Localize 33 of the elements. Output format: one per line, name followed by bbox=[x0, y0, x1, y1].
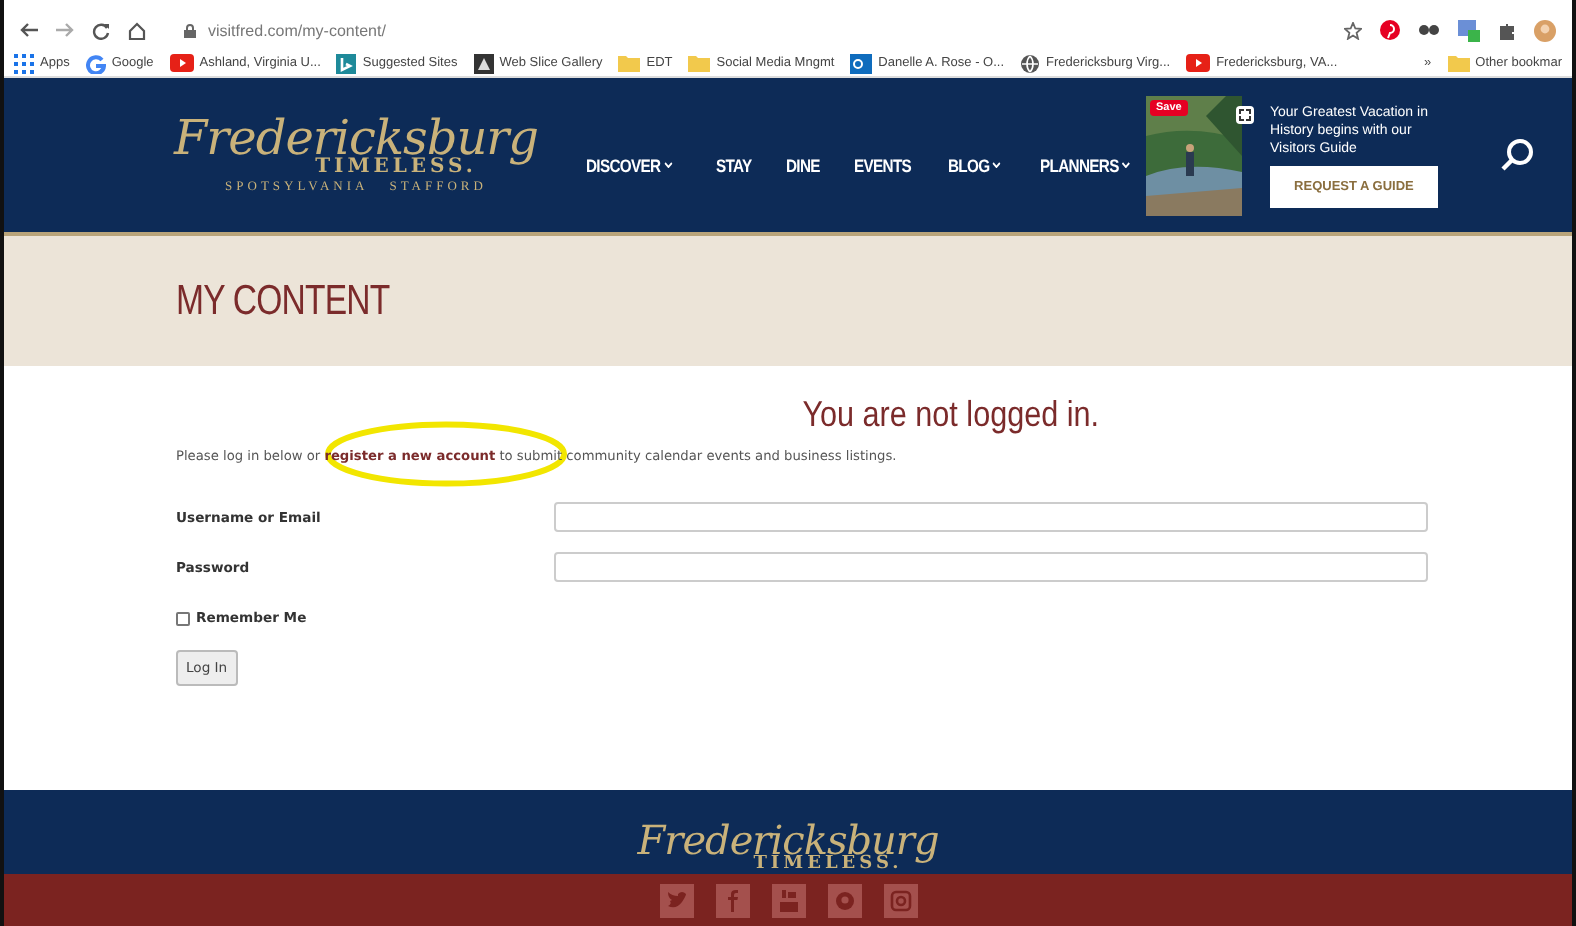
forward-arrow-icon[interactable] bbox=[56, 22, 74, 38]
nav-link[interactable]: BLOG bbox=[948, 155, 1002, 175]
search-icon[interactable] bbox=[1499, 138, 1534, 172]
nav-link[interactable]: STAY bbox=[715, 155, 752, 175]
home-icon[interactable] bbox=[128, 21, 146, 39]
remember-checkbox[interactable] bbox=[176, 611, 190, 625]
puzzle-icon[interactable] bbox=[1498, 21, 1516, 39]
page-title: MY CONTENT bbox=[176, 277, 390, 325]
extension-icon[interactable] bbox=[1458, 19, 1480, 41]
star-icon[interactable] bbox=[1344, 21, 1362, 39]
back-arrow-icon[interactable] bbox=[20, 22, 38, 38]
folder-icon bbox=[1447, 54, 1470, 72]
nav-link[interactable]: PLANNERS bbox=[1039, 155, 1130, 175]
address-field[interactable]: visitfred.com/my-content/ bbox=[208, 21, 386, 39]
google-icon bbox=[85, 53, 106, 73]
play-icon bbox=[169, 54, 194, 72]
avatar-icon[interactable] bbox=[1534, 19, 1556, 41]
folder-icon bbox=[618, 54, 641, 72]
status-heading: You are not logged in. bbox=[800, 394, 1102, 436]
reload-icon[interactable] bbox=[92, 21, 110, 39]
folder-icon bbox=[688, 54, 711, 72]
play-icon bbox=[1186, 54, 1211, 72]
mail-icon bbox=[850, 53, 873, 73]
bing-icon bbox=[336, 53, 357, 73]
glasses-icon[interactable] bbox=[1418, 24, 1440, 36]
input-field[interactable] bbox=[554, 552, 1428, 582]
globe-icon bbox=[1020, 53, 1041, 73]
nav-link[interactable]: DINE bbox=[785, 155, 820, 175]
input-field[interactable] bbox=[554, 502, 1428, 532]
lock-icon bbox=[184, 23, 196, 37]
nav-link[interactable]: DISCOVER bbox=[586, 155, 673, 175]
nav-link[interactable]: EVENTS bbox=[853, 155, 911, 175]
apps-grid-icon bbox=[14, 53, 34, 73]
